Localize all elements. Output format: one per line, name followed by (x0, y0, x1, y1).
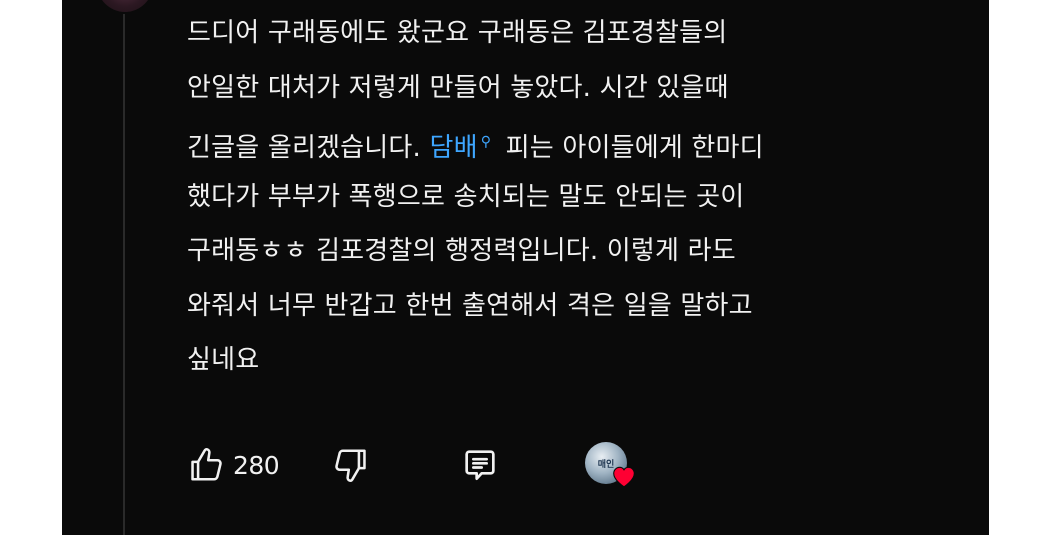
heart-icon (611, 464, 637, 488)
comment-screen: 드디어 구래동에도 왔군요 구래동은 김포경찰들의 안일한 대처가 저렇게 만들… (62, 0, 989, 535)
comment-line: 구래동ㅎㅎ 김포경찰의 행정력입니다. 이렇게 라도 (187, 236, 736, 266)
comment-line: 드디어 구래동에도 왔군요 구래동은 김포경찰들의 (187, 18, 728, 48)
dislike-button[interactable] (332, 440, 370, 490)
like-count: 280 (233, 450, 280, 480)
comment-line: 했다가 부부가 폭행으로 송치되는 말도 안되는 곳이 (187, 181, 745, 212)
search-link-label[interactable]: 담배 (429, 133, 477, 163)
comment-line: 안일한 대처가 저렇게 만들어 놓았다. 시간 있을때 (187, 72, 729, 103)
comment-icon (460, 445, 500, 485)
comment-text: 피는 아이들에게 한마디 (497, 133, 764, 163)
comment-line: 긴글을 올리겠습니다. 담배 ⚲ 피는 아이들에게 한마디 (187, 115, 947, 170)
reply-thread-line (123, 14, 125, 535)
comment-text: 긴글을 올리겠습니다. (187, 133, 430, 163)
reply-button[interactable] (460, 440, 500, 490)
search-link[interactable]: 담배 ⚲ (429, 133, 497, 163)
creator-heart: 매인 (585, 442, 639, 490)
thumbs-down-icon (332, 446, 370, 484)
like-button[interactable]: 280 (187, 440, 280, 490)
comment-line: 싶네요 (187, 345, 260, 375)
search-icon: ⚲ (480, 134, 492, 150)
comment-line: 와줘서 너무 반갑고 한번 출연해서 격은 일을 말하고 (187, 290, 753, 321)
comment-actions: 280 매인 (187, 440, 687, 490)
commenter-avatar[interactable] (97, 0, 153, 12)
thumbs-up-icon (187, 446, 225, 484)
comment-body: 드디어 구래동에도 왔군요 구래동은 김포경찰들의 안일한 대처가 저렇게 만들… (187, 6, 947, 388)
